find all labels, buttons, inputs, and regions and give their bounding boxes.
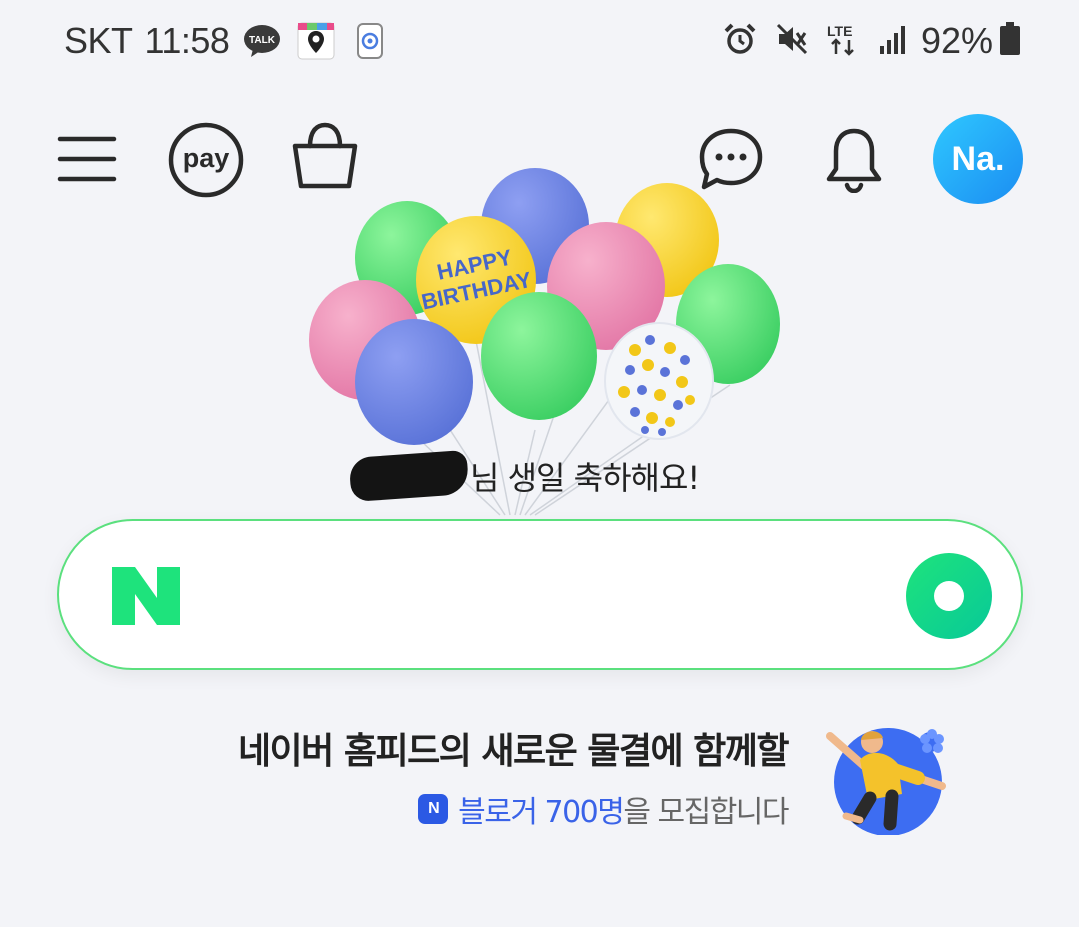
svg-text:TALK: TALK: [249, 35, 276, 46]
lte-icon: LTE: [827, 22, 861, 60]
signal-icon: [879, 22, 907, 60]
svg-text:LTE: LTE: [827, 23, 852, 39]
promo-title[interactable]: 네이버 홈피드의 새로운 물결에 함께할: [196, 722, 790, 774]
naver-blog-badge-icon: N: [418, 794, 449, 824]
battery-icon: [999, 22, 1021, 60]
menu-icon[interactable]: [56, 130, 118, 188]
promo-rest: 을 모집합니다: [623, 795, 789, 830]
notification-bell-icon[interactable]: [824, 125, 884, 193]
carrier-label: SKT: [64, 20, 133, 61]
vibrate-mute-icon: [775, 22, 809, 60]
settings-app-icon: [351, 22, 389, 60]
kakaotalk-icon: TALK: [243, 22, 281, 60]
green-dot-button[interactable]: [906, 553, 992, 639]
avatar-label: Na.: [951, 139, 1005, 178]
search-input[interactable]: [210, 556, 890, 636]
naver-logo-icon[interactable]: [110, 565, 182, 627]
blogger-character-illustration[interactable]: [820, 720, 950, 835]
promo-subtitle[interactable]: N 블로거 700명 을 모집합니다: [398, 787, 789, 831]
status-bar: SKT 11:58 TALK LTE 92%: [0, 0, 1079, 86]
promo-highlight: 블로거 700명: [458, 795, 625, 830]
clock: 11:58: [144, 20, 230, 61]
alarm-icon: [723, 22, 757, 60]
birthday-greeting: 님 생일 축하해요!: [348, 446, 700, 506]
pay-button[interactable]: pay: [167, 121, 245, 199]
map-location-icon: [297, 22, 335, 60]
pay-label: pay: [182, 142, 230, 173]
birthday-greeting-text: 님 생일 축하해요!: [470, 459, 700, 497]
redacted-username: [348, 449, 470, 503]
green-dot-inner: [934, 581, 964, 611]
battery-percent: 92%: [920, 20, 993, 61]
avatar[interactable]: Na.: [933, 114, 1023, 204]
